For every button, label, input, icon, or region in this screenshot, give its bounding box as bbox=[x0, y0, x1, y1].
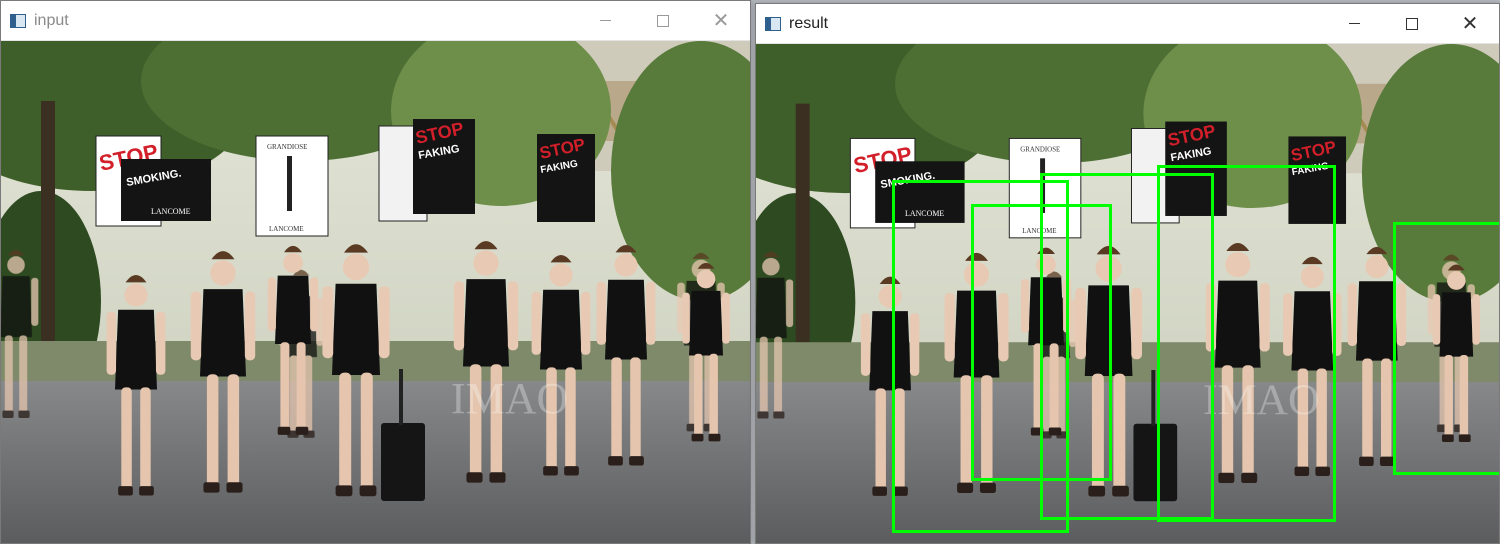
minimize-button[interactable] bbox=[576, 1, 634, 40]
result-titlebar[interactable]: result ✕ bbox=[756, 4, 1499, 44]
window-controls: ✕ bbox=[1325, 4, 1499, 43]
maximize-icon bbox=[657, 14, 669, 27]
close-button[interactable]: ✕ bbox=[692, 1, 750, 40]
maximize-button[interactable] bbox=[634, 1, 692, 40]
window-controls: ✕ bbox=[576, 1, 750, 40]
minimize-icon bbox=[599, 20, 611, 21]
close-button[interactable]: ✕ bbox=[1441, 4, 1499, 43]
input-titlebar[interactable]: input ✕ bbox=[1, 1, 750, 41]
input-window[interactable]: input ✕ bbox=[0, 0, 751, 544]
minimize-icon bbox=[1348, 23, 1360, 24]
maximize-button[interactable] bbox=[1383, 4, 1441, 43]
maximize-icon bbox=[1406, 17, 1418, 30]
input-image-viewport bbox=[1, 41, 750, 543]
close-icon: ✕ bbox=[1461, 12, 1479, 35]
detection-box bbox=[1393, 222, 1499, 475]
close-icon: ✕ bbox=[712, 9, 730, 32]
window-title: result bbox=[789, 14, 829, 32]
result-image-viewport bbox=[756, 44, 1499, 543]
result-window[interactable]: result ✕ bbox=[755, 3, 1500, 544]
input-photo bbox=[1, 41, 750, 543]
app-window-icon bbox=[10, 13, 26, 28]
app-window-icon bbox=[765, 16, 781, 31]
minimize-button[interactable] bbox=[1325, 4, 1383, 43]
desktop: input ✕ result ✕ bbox=[0, 0, 1500, 544]
detection-box bbox=[1157, 165, 1336, 522]
window-title: input bbox=[34, 11, 69, 29]
